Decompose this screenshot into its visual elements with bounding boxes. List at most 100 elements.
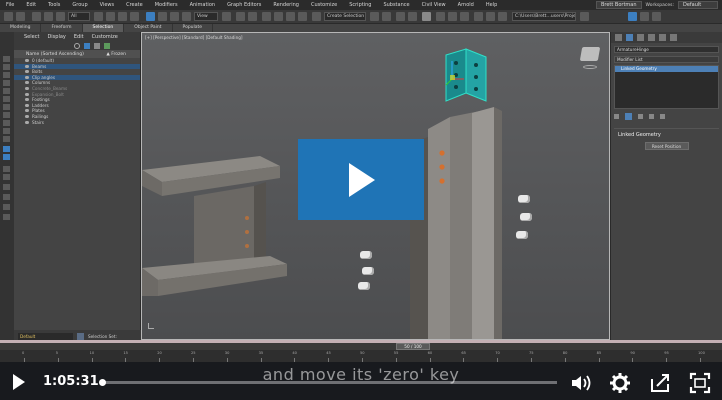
sort-by-layer-icon[interactable]: [3, 154, 10, 160]
display-groups-icon[interactable]: [3, 112, 10, 118]
time-slider[interactable]: 50 / 100: [0, 343, 722, 350]
reset-position-button[interactable]: Reset Position: [644, 142, 689, 150]
named-selection-sets-dropdown[interactable]: Create Selection Se: [324, 12, 366, 21]
explorer-menu-display[interactable]: Display: [43, 34, 69, 40]
rectangle-selection-icon[interactable]: [118, 12, 127, 21]
bind-space-warp-icon[interactable]: [56, 12, 65, 21]
object-name-field[interactable]: ArmatureHinge: [614, 46, 719, 53]
tab-object-paint[interactable]: Object Paint: [124, 24, 173, 32]
viewcube-icon[interactable]: [579, 47, 601, 61]
frozen-column-header[interactable]: ▲ Frozen: [106, 52, 126, 57]
linked-geometry-rollout[interactable]: Linked Geometry: [614, 128, 719, 138]
select-manipulate-icon[interactable]: [236, 12, 245, 21]
select-all-icon[interactable]: [3, 56, 10, 62]
layer-name-field[interactable]: Default: [18, 332, 73, 340]
menu-item-customize[interactable]: Customize: [305, 2, 343, 8]
add-to-layer-icon[interactable]: [94, 43, 100, 49]
project-path-field[interactable]: C:\Users\Brett…users\Project: [512, 12, 576, 21]
display-helpers-icon[interactable]: [3, 96, 10, 102]
menu-item-create[interactable]: Create: [120, 2, 149, 8]
display-geometry-icon[interactable]: [3, 64, 10, 70]
invert-display-icon[interactable]: [3, 204, 10, 210]
name-column-header[interactable]: Name (Sorted Ascending): [26, 52, 84, 57]
select-and-rotate-icon[interactable]: [158, 12, 167, 21]
tab-modeling[interactable]: Modeling: [0, 24, 42, 32]
schematic-view-icon[interactable]: [448, 12, 457, 21]
display-hidden-icon[interactable]: [3, 174, 10, 180]
display-xrefs-icon[interactable]: [3, 120, 10, 126]
clip-angle-object[interactable]: [442, 45, 490, 107]
percent-snap-icon[interactable]: [286, 12, 295, 21]
visibility-eye-icon[interactable]: [25, 103, 29, 107]
modify-tab-icon[interactable]: [626, 34, 633, 41]
asset-tracking-icon[interactable]: [652, 12, 661, 21]
align-icon[interactable]: [382, 12, 391, 21]
layer-settings-icon[interactable]: [104, 43, 110, 49]
track-bar[interactable]: 0 5 10 15 20 25 30 35 40 45 50 55 60 65 70 75 80 85 90 95 10…: [0, 350, 722, 362]
pin-stack-icon[interactable]: [614, 113, 619, 119]
pivot-point-icon[interactable]: [222, 12, 231, 21]
place-icon[interactable]: [182, 12, 191, 21]
menu-item-help[interactable]: Help: [480, 2, 503, 8]
visibility-eye-icon[interactable]: [25, 75, 29, 79]
select-and-scale-icon[interactable]: [170, 12, 179, 21]
explorer-menu-customize[interactable]: Customize: [88, 34, 122, 40]
material-editor-icon[interactable]: [460, 12, 469, 21]
undo-icon[interactable]: [4, 12, 13, 21]
select-object-icon[interactable]: [94, 12, 103, 21]
motion-tab-icon[interactable]: [648, 34, 655, 41]
display-lights-icon[interactable]: [3, 80, 10, 86]
visibility-eye-icon[interactable]: [25, 70, 29, 74]
viewport-label-menu[interactable]: [+] [Perspective] [Standard] [Default Sh…: [145, 35, 243, 40]
angle-snap-icon[interactable]: [274, 12, 283, 21]
bolt-object[interactable]: [362, 267, 374, 275]
redo-icon[interactable]: [16, 12, 25, 21]
lock-cell-editing-icon[interactable]: [3, 214, 10, 220]
tab-populate[interactable]: Populate: [173, 24, 214, 32]
display-all-icon[interactable]: [3, 184, 10, 190]
layer-row[interactable]: Stairs: [14, 120, 140, 126]
menu-item-group[interactable]: Group: [66, 2, 93, 8]
project-folder-icon[interactable]: [580, 12, 589, 21]
bolt-object[interactable]: [358, 282, 370, 290]
menu-item-file[interactable]: File: [0, 2, 20, 8]
reference-coordinate-dropdown[interactable]: View: [194, 12, 218, 21]
curve-editor-icon[interactable]: [436, 12, 445, 21]
select-by-name-icon[interactable]: [106, 12, 115, 21]
bolt-object[interactable]: [360, 251, 372, 259]
mirror-icon[interactable]: [370, 12, 379, 21]
bolt-object[interactable]: [518, 195, 530, 203]
visibility-eye-icon[interactable]: [25, 92, 29, 96]
bolt-object[interactable]: [516, 231, 528, 239]
display-cameras-icon[interactable]: [3, 88, 10, 94]
ribbon-toggle-icon[interactable]: [422, 12, 431, 21]
toggle-scene-explorer-icon[interactable]: [396, 12, 405, 21]
sort-by-hierarchy-icon[interactable]: [3, 146, 10, 152]
big-play-button[interactable]: [298, 139, 424, 220]
menu-item-tools[interactable]: Tools: [42, 2, 66, 8]
display-frozen-icon[interactable]: [3, 166, 10, 172]
make-unique-icon[interactable]: [638, 113, 643, 119]
display-bones-icon[interactable]: [3, 128, 10, 134]
window-crossing-icon[interactable]: [130, 12, 139, 21]
show-end-result-icon[interactable]: [625, 112, 632, 120]
visibility-eye-icon[interactable]: [25, 81, 29, 85]
display-tab-icon[interactable]: [659, 34, 666, 41]
keyboard-shortcut-override-icon[interactable]: [248, 12, 257, 21]
utilities-tab-icon[interactable]: [670, 34, 677, 41]
tab-freeform[interactable]: Freeform: [41, 24, 83, 32]
render-production-icon[interactable]: [498, 12, 507, 21]
unlink-icon[interactable]: [44, 12, 53, 21]
menu-item-scripting[interactable]: Scripting: [343, 2, 377, 8]
visibility-eye-icon[interactable]: [25, 59, 29, 62]
menu-item-edit[interactable]: Edit: [20, 2, 42, 8]
visibility-eye-icon[interactable]: [25, 109, 29, 113]
menu-item-animation[interactable]: Animation: [184, 2, 222, 8]
steel-beam-object[interactable]: [142, 156, 287, 296]
explorer-column-header[interactable]: Name (Sorted Ascending) ▲ Frozen: [14, 50, 140, 58]
spinner-snap-icon[interactable]: [298, 12, 307, 21]
display-none-icon[interactable]: [3, 194, 10, 200]
display-containers-icon[interactable]: [3, 136, 10, 142]
toggle-layer-explorer-icon[interactable]: [408, 12, 417, 21]
display-shapes-icon[interactable]: [3, 72, 10, 78]
